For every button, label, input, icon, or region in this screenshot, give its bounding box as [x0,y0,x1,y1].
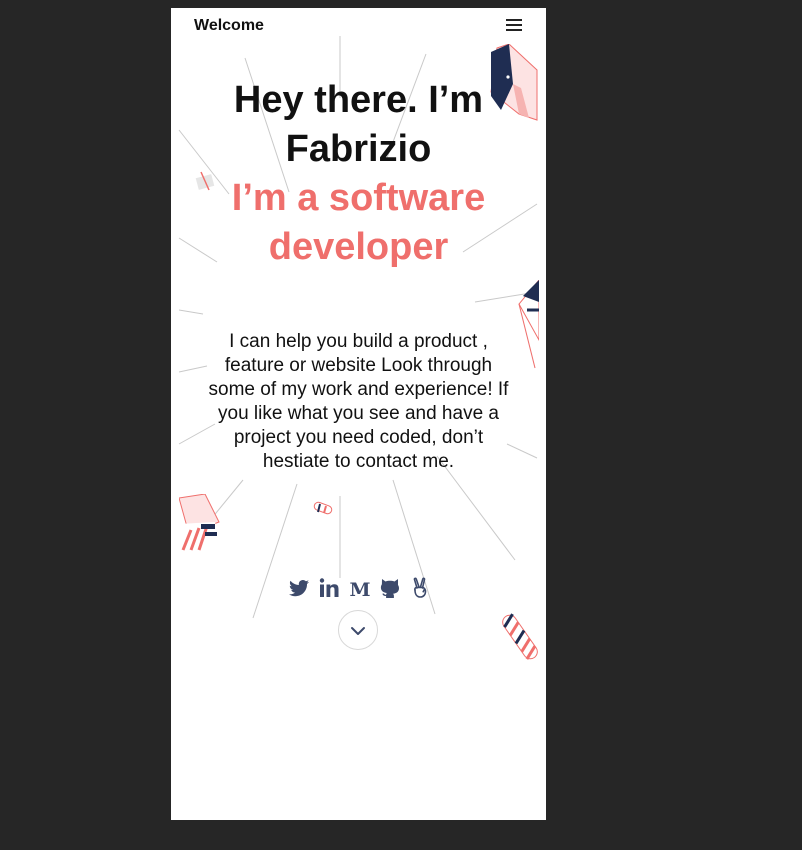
svg-text:M: M [349,579,370,600]
github-icon [380,579,399,598]
striped-box-decoration [179,494,220,551]
hamburger-menu-icon[interactable] [503,19,525,35]
angellist-icon [413,577,427,598]
hero-subtitle: I’m a software developer [231,177,486,268]
angellist-link[interactable] [408,576,432,600]
hero-title: Hey there. I’m Fabrizio [233,79,484,170]
small-candy-decoration [313,501,333,515]
medium-link[interactable]: M [348,576,372,600]
linkedin-link[interactable] [317,576,341,600]
chevron-down-icon [351,627,365,635]
brand-title[interactable]: Welcome [194,17,264,35]
social-links: M [287,575,432,601]
twitter-icon [289,580,309,597]
medium-icon: M [349,579,370,600]
intro-paragraph: I can help you build a product , feature… [208,331,509,472]
twitter-link[interactable] [287,576,311,600]
navbar: Welcome [171,8,546,44]
striped-cane-decoration [502,613,538,660]
scroll-down-button[interactable] [338,610,378,650]
striped-kite-decoration [518,280,539,369]
github-link[interactable] [378,576,402,600]
phone-viewport: Welcome Hey there. I’m Fabrizio I’m a so… [171,8,546,820]
linkedin-icon [320,578,339,597]
